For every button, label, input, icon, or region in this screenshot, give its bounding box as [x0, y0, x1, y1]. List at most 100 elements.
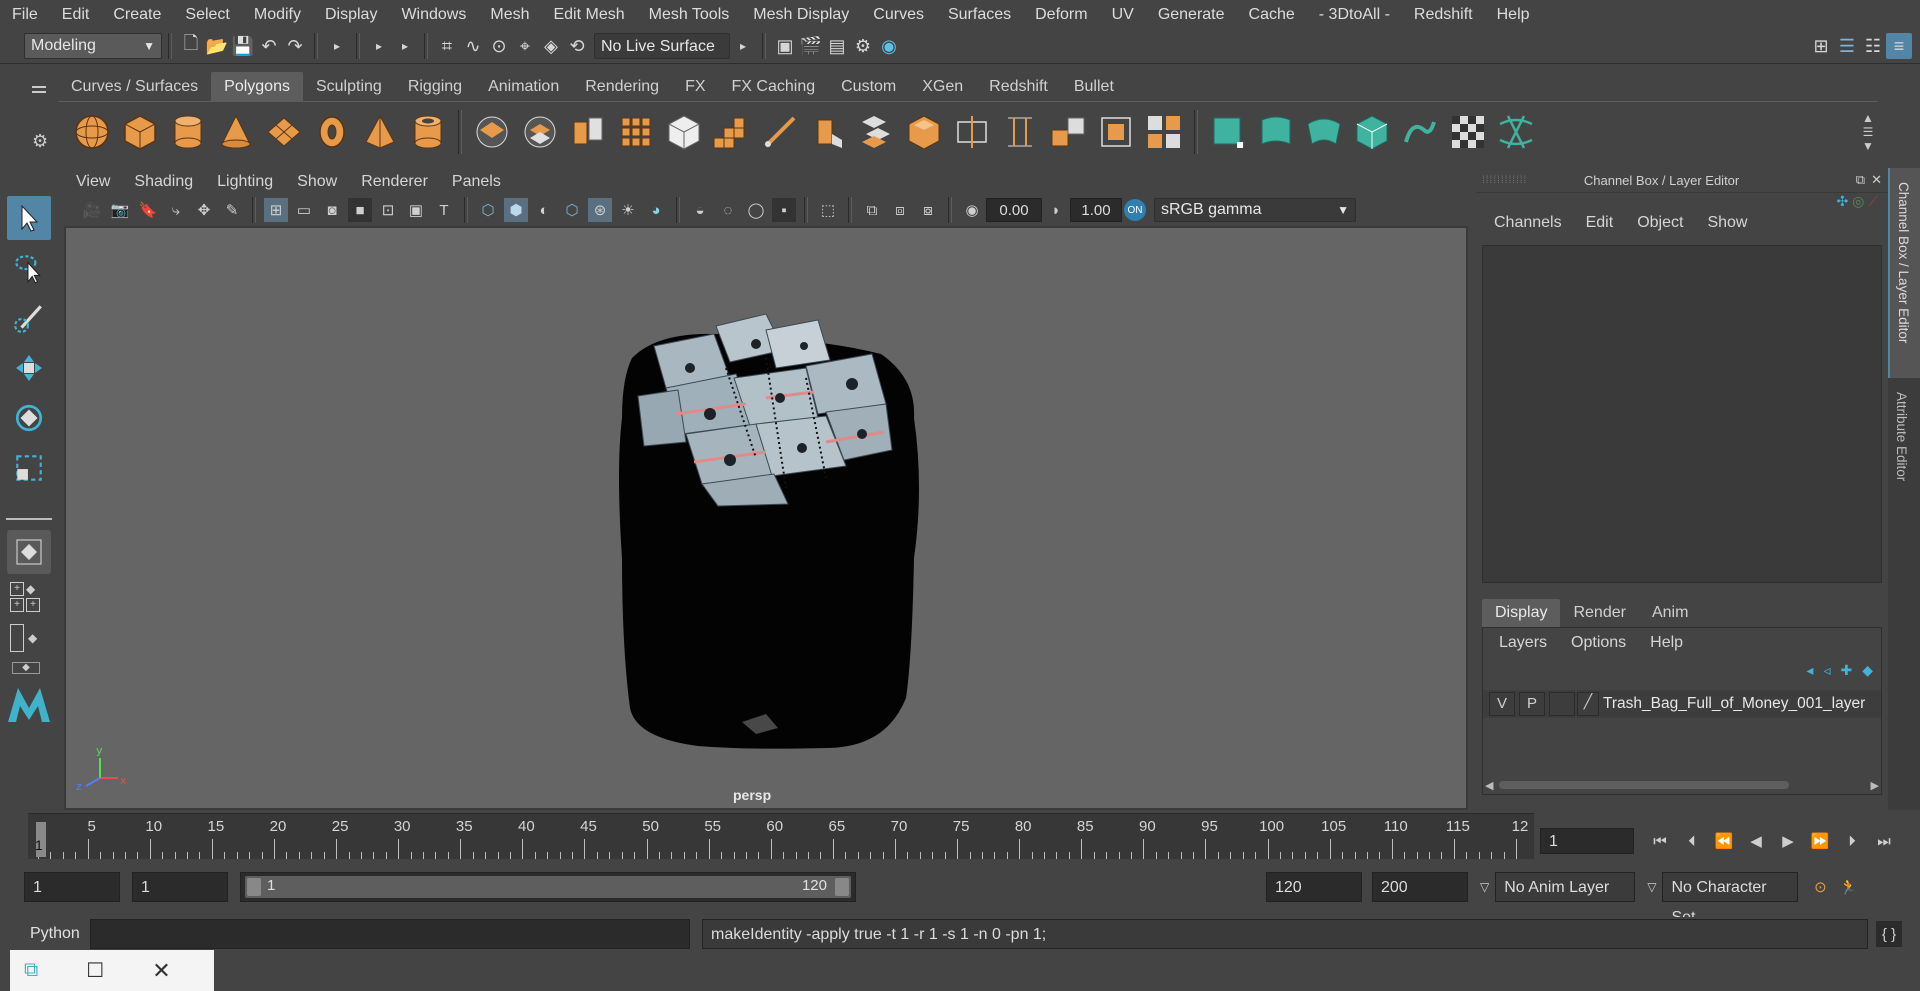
- command-input[interactable]: [90, 919, 690, 949]
- menu-cache[interactable]: Cache: [1237, 0, 1307, 29]
- poly-sphere-icon[interactable]: [72, 112, 112, 152]
- menu-channel-show[interactable]: Show: [1695, 209, 1759, 237]
- exposure-field[interactable]: 0.00: [986, 198, 1042, 222]
- attribute-editor-toggle-icon[interactable]: ☰: [1834, 33, 1860, 59]
- bevel-icon[interactable]: [904, 112, 944, 152]
- layer-row[interactable]: V P ╱ Trash_Bag_Full_of_Money_001_layer: [1483, 690, 1881, 718]
- use-all-lights-icon[interactable]: ☀: [616, 198, 640, 222]
- tab-fx[interactable]: FX: [672, 72, 718, 101]
- menu-create[interactable]: Create: [101, 0, 173, 29]
- menu-layer-options[interactable]: Options: [1559, 629, 1638, 657]
- menu-channels[interactable]: Channels: [1482, 209, 1574, 237]
- tab-rigging[interactable]: Rigging: [395, 72, 475, 101]
- xray-joints-icon[interactable]: ⧈: [888, 198, 912, 222]
- menu-redshift[interactable]: Redshift: [1402, 0, 1485, 29]
- safe-title-icon[interactable]: T: [432, 198, 456, 222]
- uv-automatic-icon[interactable]: [1352, 112, 1392, 152]
- tab-layer-anim[interactable]: Anim: [1639, 599, 1701, 627]
- play-backwards-icon[interactable]: ◀: [1744, 829, 1768, 853]
- panel-grip[interactable]: ⁞⁞⁞⁞⁞⁞⁞⁞⁞⁞⁞⁞: [1482, 175, 1527, 186]
- tab-curves-surfaces[interactable]: Curves / Surfaces: [58, 72, 211, 101]
- tab-custom[interactable]: Custom: [828, 72, 909, 101]
- shelf-scroll-arrows[interactable]: ▲ ☰ ▼: [1858, 111, 1878, 153]
- last-tool-icon[interactable]: [7, 530, 51, 574]
- ipr-render-icon[interactable]: ▤: [824, 33, 850, 59]
- animation-preferences-icon[interactable]: 🏃: [1836, 875, 1860, 899]
- menu-layer-help[interactable]: Help: [1638, 629, 1695, 657]
- menu-edit-mesh[interactable]: Edit Mesh: [541, 0, 636, 29]
- current-frame-field[interactable]: 1: [1540, 828, 1634, 854]
- anti-aliasing-icon[interactable]: ◯: [744, 198, 768, 222]
- side-tab-channel-box[interactable]: Channel Box / Layer Editor: [1888, 168, 1920, 378]
- layer-visibility-toggle[interactable]: V: [1489, 692, 1515, 716]
- expand-arrow-icon[interactable]: ▸: [730, 33, 756, 59]
- menu-windows[interactable]: Windows: [389, 0, 478, 29]
- offset-edge-loop-icon[interactable]: [1000, 112, 1040, 152]
- script-editor-icon[interactable]: { }: [1876, 921, 1902, 947]
- screen-space-ao-icon[interactable]: ◒: [688, 198, 712, 222]
- xray-icon[interactable]: ⧉: [860, 198, 884, 222]
- channel-box-toggle-icon[interactable]: ≡: [1886, 33, 1912, 59]
- uv-planar-icon[interactable]: ▪: [1208, 112, 1248, 152]
- move-tool-icon[interactable]: [7, 346, 51, 390]
- field-chart-icon[interactable]: ⊡: [376, 198, 400, 222]
- tab-fx-caching[interactable]: FX Caching: [719, 72, 829, 101]
- tab-xgen[interactable]: XGen: [909, 72, 976, 101]
- film-gate-icon[interactable]: ▭: [292, 198, 316, 222]
- insert-edge-loop-icon[interactable]: [952, 112, 992, 152]
- hyper-icon[interactable]: ⟋: [1868, 193, 1878, 209]
- depth-of-field-icon[interactable]: ▪: [772, 198, 796, 222]
- layout-single-icon[interactable]: + ◆: [10, 582, 48, 596]
- range-start-handle[interactable]: [247, 878, 261, 896]
- shadows-icon[interactable]: ◕: [644, 198, 668, 222]
- use-default-material-icon[interactable]: ◐: [532, 198, 556, 222]
- textured-icon[interactable]: ⊛: [588, 198, 612, 222]
- snap-curve-icon[interactable]: ∿: [460, 33, 486, 59]
- menu-deform[interactable]: Deform: [1023, 0, 1099, 29]
- camera-select-icon[interactable]: 🎥: [80, 198, 104, 222]
- combine-icon[interactable]: [472, 112, 512, 152]
- expand-arrow-icon[interactable]: ▸: [392, 33, 418, 59]
- render-view-icon[interactable]: ▣: [772, 33, 798, 59]
- smooth-icon[interactable]: [616, 112, 656, 152]
- menu-layers[interactable]: Layers: [1487, 629, 1559, 657]
- viewport-menu-view[interactable]: View: [64, 168, 122, 196]
- snap-point-icon[interactable]: ⊙: [486, 33, 512, 59]
- new-layer-icon[interactable]: ✚: [1840, 662, 1852, 679]
- time-slider[interactable]: 5 10 15 20 25 30 35 40 45 50 55 60 65 70 75 80 85 90 95 100…: [28, 813, 1534, 859]
- tab-animation[interactable]: Animation: [475, 72, 572, 101]
- menu-mesh-tools[interactable]: Mesh Tools: [637, 0, 742, 29]
- 2d-pan-zoom-icon[interactable]: ✥: [192, 198, 216, 222]
- bookmark-icon[interactable]: 🔖: [136, 198, 160, 222]
- smooth-shade-icon[interactable]: ⬢: [504, 198, 528, 222]
- undo-icon[interactable]: ↶: [256, 33, 282, 59]
- animation-start-field[interactable]: 1: [24, 872, 120, 902]
- auto-key-icon[interactable]: ⊙: [1808, 875, 1832, 899]
- lasso-tool-icon[interactable]: [7, 246, 51, 290]
- gate-mask-icon[interactable]: ■: [348, 198, 372, 222]
- step-back-frame-icon[interactable]: ⏴: [1680, 829, 1704, 853]
- go-to-start-icon[interactable]: ⏮: [1648, 829, 1672, 853]
- workspace-menu[interactable]: Modeling ▼: [24, 33, 162, 59]
- exposure-icon[interactable]: ◉: [960, 198, 984, 222]
- range-end-handle[interactable]: [835, 878, 849, 896]
- go-to-end-icon[interactable]: ⏭: [1872, 829, 1896, 853]
- modeling-toolkit-icon[interactable]: ⊞: [1808, 33, 1834, 59]
- gamma-icon[interactable]: ◗: [1044, 198, 1068, 222]
- live-surface-field[interactable]: No Live Surface: [594, 33, 730, 59]
- render-frame-icon[interactable]: 🎬: [798, 33, 824, 59]
- gamma-field[interactable]: 1.00: [1070, 198, 1122, 222]
- maximize-window-icon[interactable]: ☐: [86, 958, 104, 983]
- step-forward-key-icon[interactable]: ⏩: [1808, 829, 1832, 853]
- rotate-tool-icon[interactable]: [7, 396, 51, 440]
- uv-unfold-icon[interactable]: [1400, 112, 1440, 152]
- viewport-menu-lighting[interactable]: Lighting: [205, 168, 285, 196]
- tab-sculpting[interactable]: Sculpting: [303, 72, 395, 101]
- select-tool-icon[interactable]: [7, 196, 51, 240]
- append-polygon-icon[interactable]: [1048, 112, 1088, 152]
- step-back-key-icon[interactable]: ⏪: [1712, 829, 1736, 853]
- paint-select-tool-icon[interactable]: [7, 296, 51, 340]
- tab-polygons[interactable]: Polygons: [211, 72, 303, 101]
- animation-end-field[interactable]: 200: [1372, 872, 1468, 902]
- separate-icon[interactable]: [520, 112, 560, 152]
